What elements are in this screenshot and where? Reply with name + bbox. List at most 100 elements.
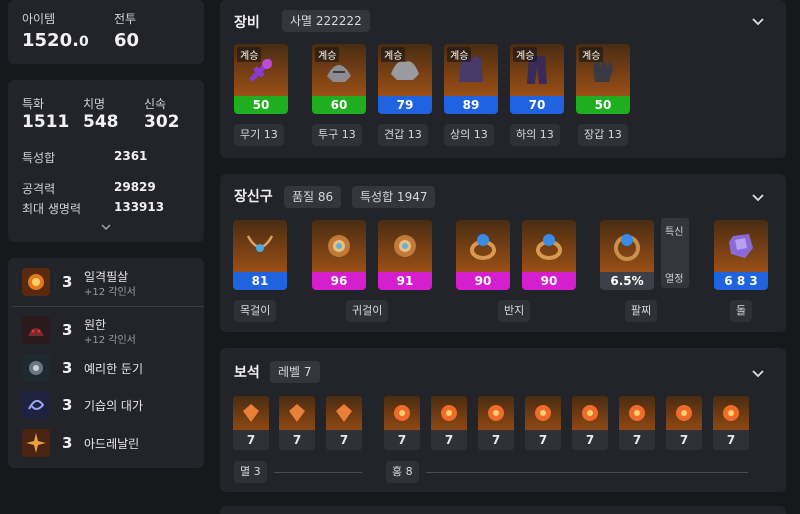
chevron-down-icon[interactable] — [752, 18, 764, 26]
gem-icon — [289, 404, 305, 422]
attack-value: 29829 — [114, 180, 156, 194]
quality-bar: 50 — [234, 96, 288, 114]
crit-label: 치명 — [83, 97, 106, 111]
item-level-value: 1520.0 — [22, 30, 89, 51]
quality-bar: 81 — [233, 272, 287, 290]
engraving-book: +12 각인서 — [84, 287, 136, 298]
equipment-slot[interactable]: 계승 60 — [312, 44, 366, 116]
section-title: 장신구 — [234, 189, 273, 205]
damage-gem[interactable]: 7 — [478, 396, 514, 450]
equipment-slot[interactable]: 계승 70 — [510, 44, 564, 116]
next-section-card — [220, 506, 786, 514]
stone-icon — [729, 234, 753, 258]
gem-icon — [629, 405, 645, 421]
cooldown-gem[interactable]: 7 — [233, 396, 269, 450]
gem-icon — [676, 405, 692, 421]
mace-icon — [22, 354, 50, 382]
quality-bar: 60 — [312, 96, 366, 114]
damage-gem[interactable]: 7 — [384, 396, 420, 450]
set-pill: 사멸 222222 — [282, 10, 370, 32]
quality-bar: 50 — [576, 96, 630, 114]
gem-icon — [394, 405, 410, 421]
crit-value: 548 — [83, 112, 119, 132]
ring-icon — [536, 234, 562, 260]
accessory-slot[interactable]: 90 — [522, 220, 576, 290]
ring-icon — [470, 234, 496, 260]
divider — [426, 472, 748, 473]
quality-bar: 89 — [444, 96, 498, 114]
expand-chevron-icon[interactable] — [100, 222, 112, 232]
cooldown-gem[interactable]: 7 — [326, 396, 362, 450]
quality-bar: 90 — [456, 272, 510, 290]
total-stat-label: 특성합 — [22, 151, 56, 165]
quality-bar: 70 — [510, 96, 564, 114]
gem-icon — [535, 405, 551, 421]
slot-label-pants: 하의 13 — [510, 124, 560, 146]
bracelet-stats: 특신 열정 — [661, 218, 689, 288]
label-necklace: 목걸이 — [234, 300, 277, 322]
engraving-row[interactable]: 3 아드레날린 — [12, 425, 204, 461]
damage-gem[interactable]: 7 — [713, 396, 749, 450]
summary-card: 아이템 1520.0 전투 60 — [8, 0, 204, 64]
bracelet-slot[interactable]: 6.5% — [600, 220, 654, 290]
chevron-down-icon[interactable] — [752, 194, 764, 202]
chevron-down-icon[interactable] — [752, 370, 764, 378]
damage-gem[interactable]: 7 — [525, 396, 561, 450]
slot-label-shoulder: 견갑 13 — [378, 124, 428, 146]
stat-pill: 특성합 1947 — [352, 186, 436, 208]
accessory-slot[interactable]: 91 — [378, 220, 432, 290]
equipment-slot[interactable]: 계승 50 — [234, 44, 288, 116]
ability-stone-slot[interactable]: 6 8 3 — [714, 220, 768, 290]
engraving-row[interactable]: 3 예리한 둔기 — [12, 350, 204, 386]
combat-level-value: 60 — [114, 30, 140, 51]
swiftness-value: 302 — [144, 112, 180, 132]
bracelet-icon — [614, 234, 640, 261]
equipment-slot[interactable]: 계승 79 — [378, 44, 432, 116]
accessory-slot[interactable]: 96 — [312, 220, 366, 290]
damage-gem[interactable]: 7 — [619, 396, 655, 450]
equipment-slot[interactable]: 계승 89 — [444, 44, 498, 116]
damage-gem-count: 홍 8 — [386, 461, 419, 483]
section-title: 장비 — [234, 15, 260, 31]
burst-icon — [22, 429, 50, 457]
divider — [274, 472, 362, 473]
necklace-icon — [246, 235, 274, 252]
quality-bar: 6.5% — [600, 272, 654, 290]
gem-icon — [441, 405, 457, 421]
demon-icon — [22, 316, 50, 344]
specialization-value: 1511 — [22, 112, 70, 132]
engraving-name: 기습의 대가 — [84, 399, 144, 413]
engraving-book: +12 각인서 — [84, 335, 136, 346]
attack-label: 공격력 — [22, 182, 56, 196]
swiftness-label: 신속 — [144, 97, 167, 111]
quality-bar: 6 8 3 — [714, 272, 768, 290]
slot-label-chest: 상의 13 — [444, 124, 494, 146]
combat-level-label: 전투 — [114, 12, 137, 26]
equipment-slot[interactable]: 계승 50 — [576, 44, 630, 116]
gem-icon — [582, 405, 598, 421]
accessory-slot[interactable]: 90 — [456, 220, 510, 290]
total-stat-value: 2361 — [114, 149, 148, 163]
section-title: 보석 — [234, 365, 260, 381]
engraving-row[interactable]: 3 일격필살 +12 각인서 — [12, 264, 204, 300]
accessory-slot[interactable]: 81 — [233, 220, 287, 290]
gem-icon — [336, 404, 352, 422]
quality-bar: 96 — [312, 272, 366, 290]
item-level-label: 아이템 — [22, 12, 56, 26]
stats-card: 특화 1511 치명 548 신속 302 특성합 2361 공격력 29829… — [8, 80, 204, 242]
gem-level-pill: 레벨 7 — [270, 361, 320, 383]
cooldown-gem-count: 멸 3 — [234, 461, 267, 483]
damage-gem[interactable]: 7 — [666, 396, 702, 450]
label-earrings: 귀걸이 — [346, 300, 389, 322]
gem-icon — [243, 404, 259, 422]
engraving-row[interactable]: 3 기습의 대가 — [12, 387, 204, 423]
cooldown-gem[interactable]: 7 — [279, 396, 315, 450]
damage-gem[interactable]: 7 — [431, 396, 467, 450]
gem-icon — [488, 405, 504, 421]
damage-gem[interactable]: 7 — [572, 396, 608, 450]
quality-bar: 79 — [378, 96, 432, 114]
label-stone: 돌 — [730, 300, 753, 322]
engraving-row[interactable]: 3 원한 +12 각인서 — [12, 312, 204, 348]
slot-label-weapon: 무기 13 — [234, 124, 284, 146]
max-hp-label: 최대 생명력 — [22, 202, 82, 216]
